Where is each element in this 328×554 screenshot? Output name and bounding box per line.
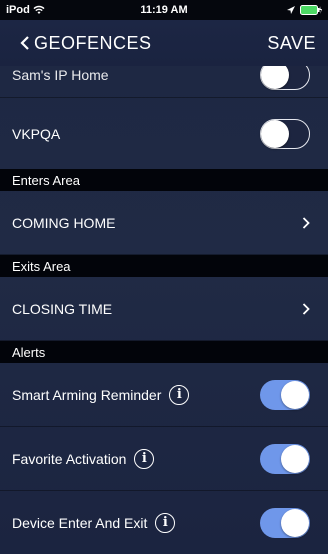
chevron-left-icon bbox=[20, 36, 29, 50]
list-item-coming-home[interactable]: COMING HOME bbox=[0, 191, 328, 255]
toggle-knob bbox=[281, 509, 309, 537]
toggle-knob bbox=[281, 445, 309, 473]
vkpqa-label: VKPQA bbox=[12, 125, 61, 142]
partial-row-label: Sam's IP Home bbox=[12, 66, 109, 83]
status-bar: iPod 11:19 AM bbox=[0, 0, 328, 20]
back-label: GEOFENCES bbox=[34, 32, 152, 53]
list-item-vkpqa[interactable]: VKPQA bbox=[0, 98, 328, 170]
favorite-activation-toggle[interactable] bbox=[260, 444, 310, 474]
device-enter-and-exit-toggle[interactable] bbox=[260, 508, 310, 538]
list-item-device-enter-and-exit[interactable]: Device Enter And Exit i bbox=[0, 491, 328, 554]
alert-label: Favorite Activation bbox=[12, 450, 127, 467]
settings-list: Sam's IP Home VKPQA Enters Area COMING H… bbox=[0, 66, 328, 554]
section-header-alerts: Alerts bbox=[0, 341, 328, 363]
alert-label: Device Enter And Exit bbox=[12, 515, 148, 531]
list-item-partial[interactable]: Sam's IP Home bbox=[0, 66, 328, 98]
wifi-icon bbox=[33, 5, 45, 14]
info-icon[interactable]: i bbox=[155, 513, 176, 533]
toggle-knob bbox=[261, 119, 289, 148]
list-item-closing-time[interactable]: CLOSING TIME bbox=[0, 277, 328, 341]
status-time: 11:19 AM bbox=[140, 4, 188, 16]
smart-arming-reminder-toggle[interactable] bbox=[260, 380, 310, 410]
list-item-favorite-activation[interactable]: Favorite Activation i bbox=[0, 427, 328, 491]
toggle-knob bbox=[261, 66, 289, 89]
info-icon[interactable]: i bbox=[169, 384, 190, 405]
toggle-knob bbox=[281, 381, 309, 409]
battery-icon bbox=[300, 5, 322, 15]
chevron-right-icon bbox=[302, 217, 310, 229]
coming-home-label: COMING HOME bbox=[12, 214, 116, 231]
list-item-smart-arming-reminder[interactable]: Smart Arming Reminder i bbox=[0, 363, 328, 427]
section-header-exits-area: Exits Area bbox=[0, 255, 328, 277]
closing-time-label: CLOSING TIME bbox=[12, 300, 113, 317]
vkpqa-toggle[interactable] bbox=[260, 119, 310, 149]
partial-row-toggle[interactable] bbox=[260, 66, 310, 90]
alert-label: Smart Arming Reminder bbox=[12, 386, 162, 403]
location-arrow-icon bbox=[287, 6, 295, 14]
device-name: iPod bbox=[6, 4, 30, 16]
save-button[interactable]: SAVE bbox=[267, 33, 316, 54]
back-button[interactable]: GEOFENCES bbox=[20, 33, 152, 54]
info-icon[interactable]: i bbox=[134, 448, 155, 469]
nav-bar: GEOFENCES SAVE bbox=[0, 20, 328, 66]
section-header-enters-area: Enters Area bbox=[0, 169, 328, 191]
chevron-right-icon bbox=[302, 303, 310, 315]
